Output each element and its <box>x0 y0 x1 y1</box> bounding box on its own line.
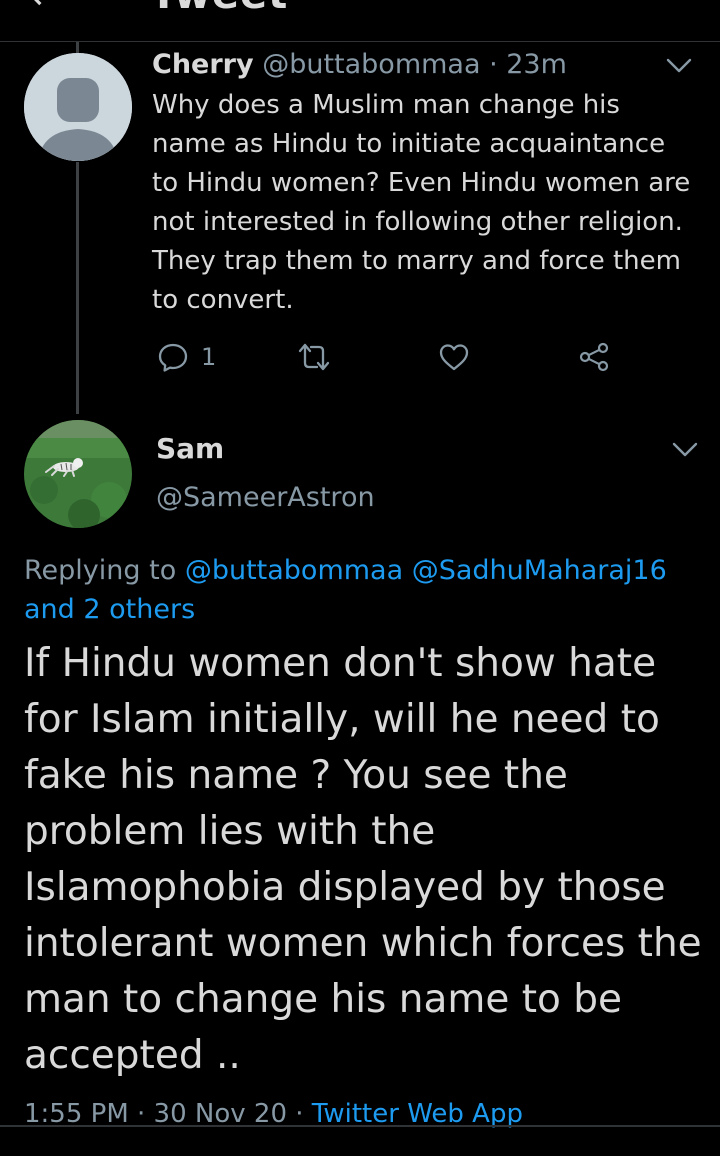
page-title: Tweet <box>150 0 288 18</box>
retweet-button[interactable] <box>298 337 330 377</box>
thread-connector <box>76 162 79 414</box>
divider <box>0 1125 720 1127</box>
display-name[interactable]: Sam <box>156 432 224 465</box>
display-name[interactable]: Cherry <box>152 49 254 80</box>
others-link[interactable]: and 2 others <box>24 594 195 625</box>
user-handle[interactable]: @SameerAstron <box>156 482 375 513</box>
parent-tweet-header: Cherry @buttabommaa · 23m <box>152 46 567 84</box>
tweet-detail-page: ← Tweet Cherry @buttabommaa · 23m Why do… <box>0 0 720 1156</box>
like-icon <box>439 344 469 371</box>
chevron-down-icon[interactable] <box>672 442 698 458</box>
reply-icon <box>158 343 188 372</box>
default-avatar-icon <box>24 53 132 161</box>
share-button[interactable] <box>578 337 610 377</box>
replying-to-line: Replying to @buttabommaa @SadhuMaharaj16… <box>24 551 694 629</box>
share-icon <box>579 342 609 372</box>
tiger-photo-avatar <box>24 420 132 528</box>
tweet-text: If Hindu women don't show hate for Islam… <box>24 641 702 1078</box>
reply-count: 1 <box>201 343 217 371</box>
parent-tweet-text: Why does a Muslim man change his name as… <box>152 90 691 315</box>
chevron-down-icon[interactable] <box>666 58 692 74</box>
top-bar: ← Tweet <box>0 0 720 42</box>
retweet-icon <box>298 343 330 371</box>
replying-prefix: Replying to <box>24 555 177 586</box>
mention-link[interactable]: @SadhuMaharaj16 <box>412 555 667 586</box>
like-button[interactable] <box>438 337 470 377</box>
reply-button[interactable]: 1 <box>157 337 216 377</box>
handle-and-time[interactable]: @buttabommaa · 23m <box>262 49 567 80</box>
mention-link[interactable]: @buttabommaa <box>185 555 403 586</box>
back-arrow-icon[interactable]: ← <box>30 0 62 18</box>
avatar[interactable] <box>24 53 132 161</box>
avatar[interactable] <box>24 420 132 528</box>
